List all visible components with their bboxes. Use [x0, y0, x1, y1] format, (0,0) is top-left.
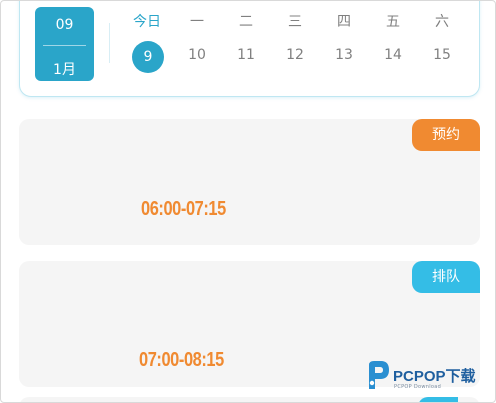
- appointment-card-partial[interactable]: [19, 397, 480, 402]
- status-badge: 预约: [412, 119, 480, 151]
- today-month: 1月: [53, 62, 76, 78]
- weekday-fri[interactable]: 五: [369, 11, 417, 31]
- weekday-mon[interactable]: 一: [173, 11, 221, 31]
- date-15[interactable]: 15: [418, 47, 466, 63]
- calendar-divider: [109, 23, 110, 63]
- app-frame: 09 1月 今日 一 二 三 四 五 六 10 11 12 13 14 15 9…: [0, 0, 496, 403]
- weekday-sat[interactable]: 六: [418, 11, 466, 31]
- date-11[interactable]: 11: [222, 47, 270, 63]
- status-badge: 排队: [412, 261, 480, 293]
- date-12[interactable]: 12: [271, 47, 319, 63]
- watermark-brand: PCPOP下载: [393, 368, 476, 385]
- appointment-time: 07:00-08:15: [139, 349, 224, 371]
- appointment-card[interactable]: 预约 06:00-07:15: [19, 119, 480, 245]
- watermark-subtitle: PCPOP Download: [394, 384, 442, 390]
- today-date-box[interactable]: 09 1月: [35, 7, 94, 81]
- date-10[interactable]: 10: [173, 47, 221, 63]
- weekday-row: 今日 一 二 三 四 五 六: [123, 11, 471, 31]
- date-13[interactable]: 13: [320, 47, 368, 63]
- date-row: 10 11 12 13 14 15: [123, 43, 471, 73]
- watermark-logo-icon: [369, 361, 389, 389]
- status-badge-partial: [418, 397, 458, 402]
- watermark: PCPOP下载 PCPOP Download: [365, 357, 495, 397]
- date-14[interactable]: 14: [369, 47, 417, 63]
- date-box-divider: [43, 45, 86, 46]
- appointment-time: 06:00-07:15: [141, 198, 226, 220]
- weekday-wed[interactable]: 三: [271, 11, 319, 31]
- selected-date-circle[interactable]: 9: [132, 41, 164, 73]
- weekday-today[interactable]: 今日: [123, 11, 171, 31]
- weekday-thu[interactable]: 四: [320, 11, 368, 31]
- weekday-tue[interactable]: 二: [222, 11, 270, 31]
- today-day: 09: [55, 17, 74, 33]
